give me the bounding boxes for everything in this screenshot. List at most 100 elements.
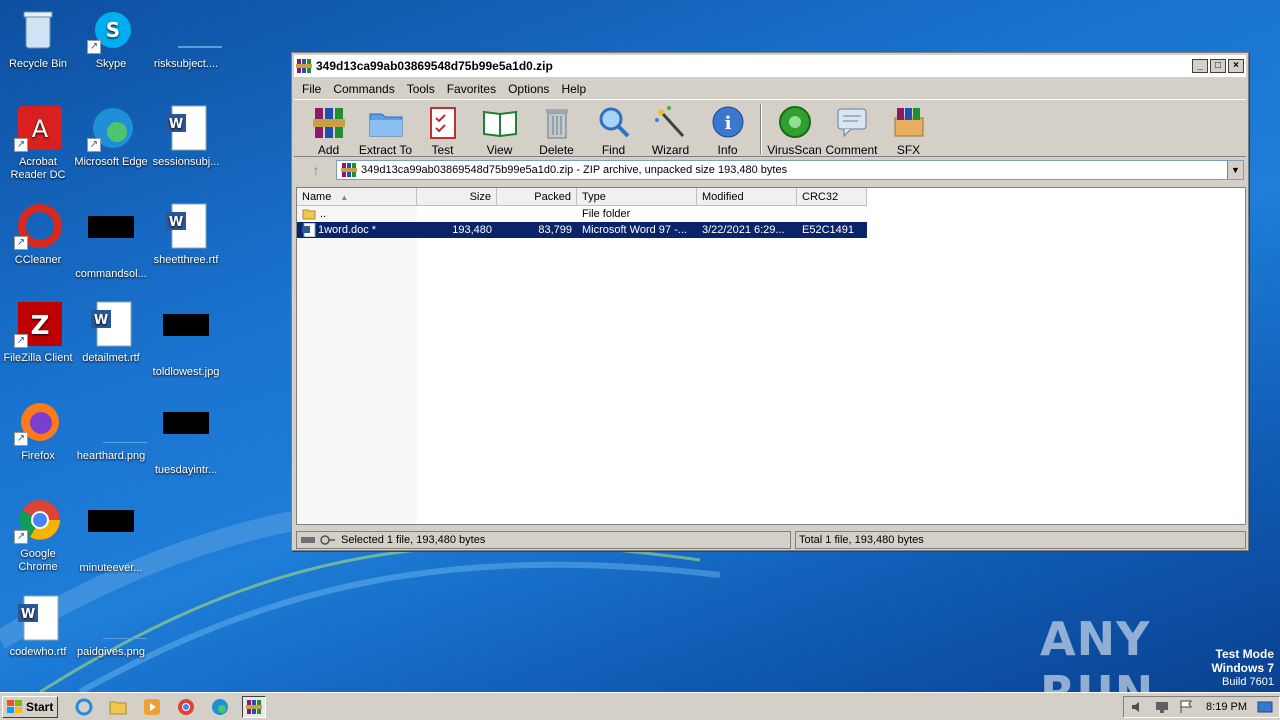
word-document-icon: [302, 223, 316, 237]
desktop-icon-tuesdayintr[interactable]: tuesdayintr...: [148, 398, 224, 477]
word-document-icon: W: [14, 594, 62, 642]
hidden-file-icon: [87, 216, 135, 264]
firefox-icon: ↗: [14, 398, 62, 446]
desktop-icon-commandsol[interactable]: commandsol...: [73, 202, 149, 281]
menu-options[interactable]: Options: [502, 82, 555, 96]
info-button[interactable]: i Info: [699, 104, 756, 157]
taskbar-media-player-icon[interactable]: [140, 696, 164, 718]
hidden-file-icon: [162, 412, 210, 460]
volume-icon[interactable]: [1130, 700, 1146, 714]
desktop-icon-sheetthree[interactable]: W sheetthree.rtf: [148, 202, 224, 267]
folder-up-icon: [302, 209, 316, 220]
close-button[interactable]: ×: [1228, 59, 1244, 73]
magnifier-icon: [599, 107, 629, 138]
desktop-icon-acrobat[interactable]: A ↗ Acrobat Reader DC: [0, 104, 76, 182]
taskbar-chrome-icon[interactable]: [174, 696, 198, 718]
file-list[interactable]: Name ▲ Size Packed Type Modified CRC32 .…: [296, 187, 1246, 525]
shortcut-arrow-icon: ↗: [14, 334, 28, 348]
menu-favorites[interactable]: Favorites: [441, 82, 502, 96]
address-text: 349d13ca99ab03869548d75b99e5a1d0.zip - Z…: [361, 164, 788, 176]
clock[interactable]: 8:19 PM: [1206, 701, 1247, 713]
column-header-packed[interactable]: Packed: [497, 188, 577, 206]
menu-help[interactable]: Help: [555, 82, 592, 96]
chevron-down-icon[interactable]: ▼: [1227, 161, 1243, 179]
view-button[interactable]: View: [471, 104, 528, 157]
extract-to-button[interactable]: Extract To: [357, 104, 414, 157]
column-header-size[interactable]: Size: [417, 188, 497, 206]
minimize-button[interactable]: _: [1192, 59, 1208, 73]
address-field[interactable]: 349d13ca99ab03869548d75b99e5a1d0.zip - Z…: [336, 160, 1244, 180]
name-column-background: [297, 206, 417, 524]
column-header-modified[interactable]: Modified: [697, 188, 797, 206]
delete-button[interactable]: Delete: [528, 104, 585, 157]
find-button[interactable]: Find: [585, 104, 642, 157]
comment-icon: [837, 108, 866, 138]
desktop-icon-codewho[interactable]: W codewho.rtf: [0, 594, 76, 659]
desktop-icon-ccleaner[interactable]: ↗ CCleaner: [0, 202, 76, 267]
blank-file-icon: [87, 594, 147, 642]
folder-extract-icon: [369, 113, 402, 137]
address-row: ↑ 349d13ca99ab03869548d75b99e5a1d0.zip -…: [292, 157, 1248, 183]
list-header: Name ▲ Size Packed Type Modified CRC32: [297, 188, 867, 206]
desktop-icon-paidgives[interactable]: paidgives.png: [73, 594, 149, 659]
menu-file[interactable]: File: [296, 82, 327, 96]
column-header-type[interactable]: Type: [577, 188, 697, 206]
virusscan-button[interactable]: VirusScan: [766, 104, 823, 157]
taskbar-ie-icon[interactable]: [72, 696, 96, 718]
svg-text:W: W: [169, 215, 183, 230]
desktop-icon-chrome[interactable]: ↗ Google Chrome: [0, 496, 76, 574]
sfx-button[interactable]: SFX: [880, 104, 937, 157]
archive-icon: [341, 163, 357, 177]
hidden-file-icon: [87, 510, 135, 558]
desktop-icon-hearthard[interactable]: hearthard.png: [73, 398, 149, 463]
comment-button[interactable]: Comment: [823, 104, 880, 157]
svg-text:Z: Z: [31, 311, 50, 341]
desktop-icon-filezilla[interactable]: Z ↗ FileZilla Client: [0, 300, 76, 365]
word-document-icon: W: [162, 202, 210, 250]
network-icon[interactable]: [1154, 700, 1170, 714]
svg-text:i: i: [724, 113, 731, 134]
sort-asc-icon: ▲: [340, 193, 349, 202]
status-bar: Selected 1 file, 193,480 bytes Total 1 f…: [296, 531, 1246, 549]
column-header-name[interactable]: Name ▲: [297, 188, 417, 206]
taskbar-explorer-icon[interactable]: [106, 696, 130, 718]
trash-icon: [545, 109, 568, 139]
desktop-icon-minuteever[interactable]: minuteever...: [73, 496, 149, 575]
desktop-icon-detailmet[interactable]: W detailmet.rtf: [73, 300, 149, 365]
menu-commands[interactable]: Commands: [327, 82, 400, 96]
desktop-icon-firefox[interactable]: ↗ Firefox: [0, 398, 76, 463]
toolbar: Add Extract To Test View Delete Find Wiz…: [294, 99, 1246, 157]
word-document-icon: W: [87, 300, 135, 348]
desktop-icon-risksubject[interactable]: risksubject....: [148, 6, 224, 71]
desktop-icon-recycle-bin[interactable]: Recycle Bin: [0, 6, 76, 71]
window-title: 349d13ca99ab03869548d75b99e5a1d0.zip: [316, 59, 553, 73]
chrome-icon: ↗: [14, 496, 62, 544]
desktop-icon-toldlowest[interactable]: toldlowest.jpg: [148, 300, 224, 379]
desktop-icon-skype[interactable]: S ↗ Skype: [73, 6, 149, 71]
flag-icon[interactable]: [1178, 700, 1194, 714]
test-mode-notice: Test Mode Windows 7 Build 7601: [1211, 647, 1274, 688]
svg-text:W: W: [94, 313, 108, 328]
shortcut-arrow-icon: ↗: [14, 138, 28, 152]
up-folder-button[interactable]: ↑: [296, 162, 336, 178]
menu-tools[interactable]: Tools: [401, 82, 441, 96]
status-selected: Selected 1 file, 193,480 bytes: [341, 534, 486, 546]
maximize-button[interactable]: □: [1210, 59, 1226, 73]
desktop-icon-sessionsubj[interactable]: W sessionsubj...: [148, 104, 224, 169]
svg-text:W: W: [169, 117, 183, 132]
wizard-button[interactable]: Wizard: [642, 104, 699, 157]
taskbar-winrar-icon[interactable]: [242, 695, 267, 718]
title-bar[interactable]: 349d13ca99ab03869548d75b99e5a1d0.zip _ □…: [294, 55, 1246, 77]
show-desktop-icon[interactable]: [1257, 700, 1273, 714]
shortcut-arrow-icon: ↗: [14, 432, 28, 446]
system-tray: 8:19 PM: [1123, 695, 1280, 718]
column-header-crc32[interactable]: CRC32: [797, 188, 867, 206]
table-row-selected[interactable]: 1word.doc * 193,480 83,799 Microsoft Wor…: [297, 222, 867, 238]
table-row[interactable]: .. File folder: [297, 206, 867, 222]
add-button[interactable]: Add: [300, 104, 357, 157]
start-button[interactable]: Start: [2, 695, 59, 718]
test-button[interactable]: Test: [414, 104, 471, 157]
desktop-icon-edge[interactable]: ↗ Microsoft Edge: [73, 104, 149, 169]
taskbar-edge-icon[interactable]: [208, 696, 232, 718]
toolbar-separator: [760, 104, 762, 154]
